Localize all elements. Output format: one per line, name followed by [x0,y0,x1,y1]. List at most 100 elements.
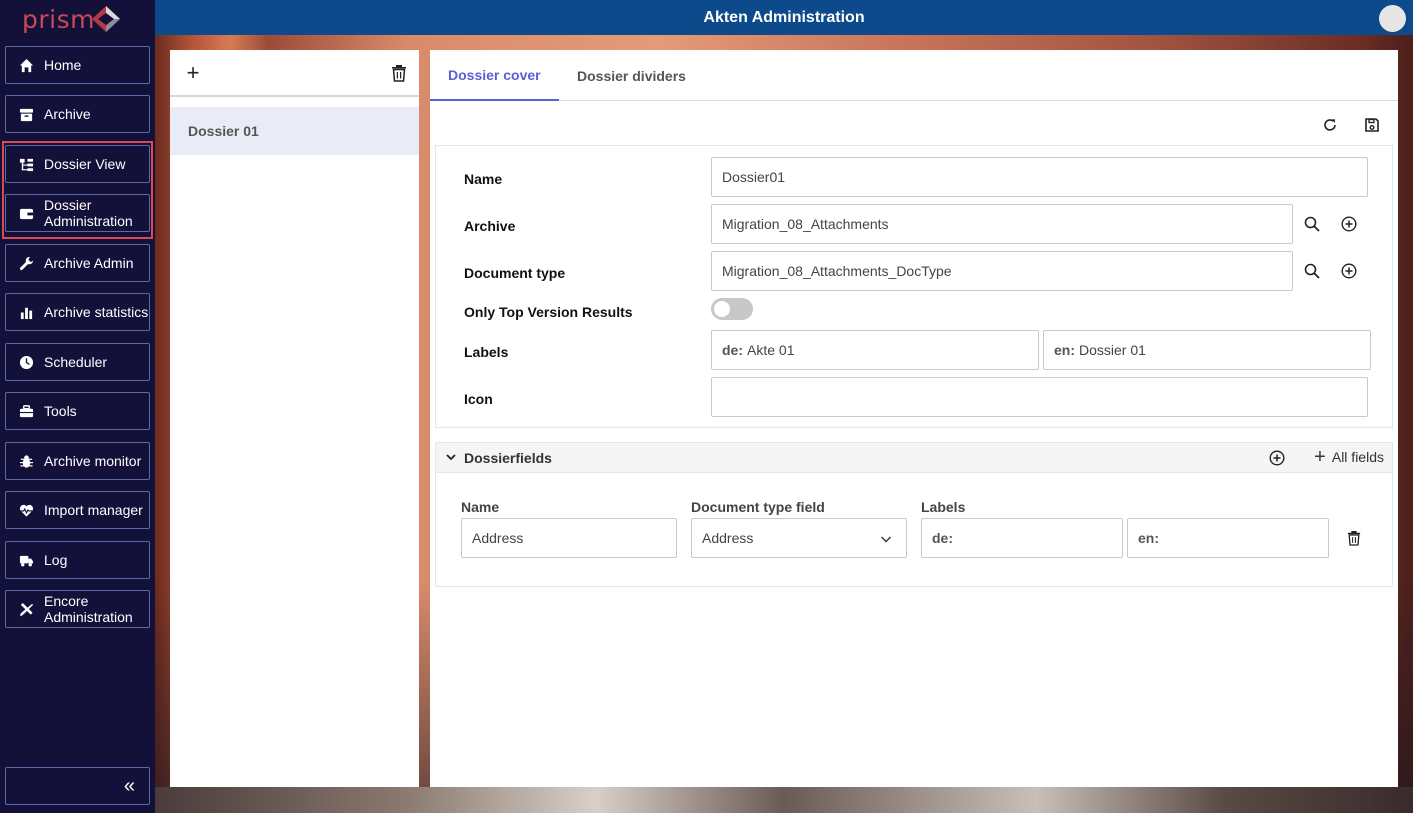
label-en-value: Dossier 01 [1079,342,1146,358]
add-icon[interactable]: + [183,62,203,84]
label-en-field[interactable]: en: Dossier 01 [1043,330,1371,370]
page-title: Akten Administration [703,8,865,26]
archive-search-button[interactable] [1302,214,1322,234]
heartbeat-icon [17,501,35,519]
archive-value: Migration_08_Attachments [722,216,889,232]
icon-field[interactable] [711,377,1368,417]
sidebar-item-label: Home [44,57,82,73]
dossier-cover-form: Name Dossier01 Archive Migration_08_Atta… [435,145,1393,428]
document-type-value: Migration_08_Attachments_DocType [722,263,952,279]
wallet-icon [17,204,35,222]
tab-dossier-dividers[interactable]: Dossier dividers [577,50,686,101]
name-value: Dossier01 [722,169,786,185]
lang-prefix: de: [722,342,743,358]
document-type-field[interactable]: Migration_08_Attachments_DocType [711,251,1293,291]
tab-label: Dossier dividers [577,67,686,84]
add-all-fields-button[interactable]: + All fields [1314,446,1384,468]
field-label-en-input[interactable]: en: [1127,518,1329,558]
truck-icon [17,551,35,569]
sidebar-item-label: Archive statistics [44,304,149,320]
tab-dossier-cover[interactable]: Dossier cover [430,50,559,101]
sidebar-item-archive-admin[interactable]: Archive Admin [5,244,150,282]
dossierfields-title: Dossierfields [464,450,552,466]
plus-circle-icon[interactable] [1269,450,1285,466]
sidebar-item-scheduler[interactable]: Scheduler [5,343,150,381]
sidebar-item-label: Archive Admin [44,255,134,271]
toolbox-icon [17,402,35,420]
sidebar: prism Home Archive Dossier View Dossier … [0,0,155,813]
sidebar-item-encore-administration[interactable]: Encore Administration [5,590,150,628]
tree-icon [17,155,35,173]
search-icon [1304,263,1320,279]
sidebar-item-dossier-administration[interactable]: Dossier Administration [5,194,150,232]
label-de-field[interactable]: de: Akte 01 [711,330,1039,370]
field-name-input[interactable]: Address [461,518,677,558]
doctype-field-select[interactable]: Address [691,518,907,558]
logo-mark-icon [92,6,120,32]
sidebar-item-archive-monitor[interactable]: Archive monitor [5,442,150,480]
sidebar-item-home[interactable]: Home [5,46,150,84]
name-label: Name [464,171,503,187]
column-labels-label: Labels [921,499,966,515]
main-panel: Dossier cover Dossier dividers Name Doss… [430,50,1398,787]
bar-chart-icon [17,303,35,321]
double-chevron-left-icon: « [123,774,135,797]
plus-circle-icon [1341,216,1357,232]
plus-icon: + [1314,446,1326,468]
sidebar-item-label: Encore Administration [44,593,133,625]
column-doctype-field-label: Document type field [691,499,825,515]
icon-label: Icon [464,391,493,407]
sidebar-item-label: Archive monitor [44,453,142,469]
document-type-search-button[interactable] [1302,261,1322,281]
sidebar-item-tools[interactable]: Tools [5,392,150,430]
sidebar-item-label: Scheduler [44,354,108,370]
chevron-down-icon[interactable] [445,451,457,463]
labels-label: Labels [464,344,509,360]
sidebar-item-label: Archive [44,106,91,122]
plus-circle-icon [1341,263,1357,279]
dossierfields-header[interactable]: Dossierfields + All fields [436,443,1392,473]
document-type-label: Document type [464,265,566,281]
avatar[interactable] [1379,5,1406,32]
sidebar-item-archive-statistics[interactable]: Archive statistics [5,293,150,331]
name-field[interactable]: Dossier01 [711,157,1368,197]
all-fields-label: All fields [1331,449,1384,465]
collapse-sidebar-button[interactable]: « [5,767,150,805]
background-photo-bottom [155,787,1413,813]
top-version-label: Only Top Version Results [464,304,633,320]
sidebar-item-import-manager[interactable]: Import manager [5,491,150,529]
sidebar-item-label: Log [44,552,68,568]
wrench-icon [17,254,35,272]
trash-icon[interactable] [1347,530,1361,546]
home-icon [17,56,35,74]
refresh-icon[interactable] [1321,116,1339,134]
document-type-add-button[interactable] [1339,261,1359,281]
lang-prefix: de: [932,530,953,546]
lang-prefix: en: [1138,530,1159,546]
bug-icon [17,452,35,470]
tools-cross-icon [17,600,35,618]
sidebar-item-label: Dossier Administration [44,197,133,229]
archive-add-button[interactable] [1339,214,1359,234]
clock-icon [17,353,35,371]
chevron-down-icon [881,536,891,543]
sidebar-item-label: Dossier View [44,156,126,172]
search-icon [1304,216,1320,232]
sidebar-item-archive[interactable]: Archive [5,95,150,133]
sidebar-item-log[interactable]: Log [5,541,150,579]
archive-field[interactable]: Migration_08_Attachments [711,204,1293,244]
sidebar-item-dossier-view[interactable]: Dossier View [5,145,150,183]
list-toolbar: + [170,50,419,97]
label-de-value: Akte 01 [747,342,795,358]
save-icon[interactable] [1363,116,1381,134]
archive-icon [17,105,35,123]
field-name-value: Address [472,530,524,546]
top-version-toggle[interactable] [711,298,753,320]
doctype-field-value: Address [702,530,754,546]
field-label-de-input[interactable]: de: [921,518,1123,558]
list-item[interactable]: Dossier 01 [170,107,419,155]
tab-label: Dossier cover [448,66,541,83]
lang-prefix: en: [1054,342,1075,358]
archive-label: Archive [464,218,516,234]
trash-icon[interactable] [391,64,407,82]
